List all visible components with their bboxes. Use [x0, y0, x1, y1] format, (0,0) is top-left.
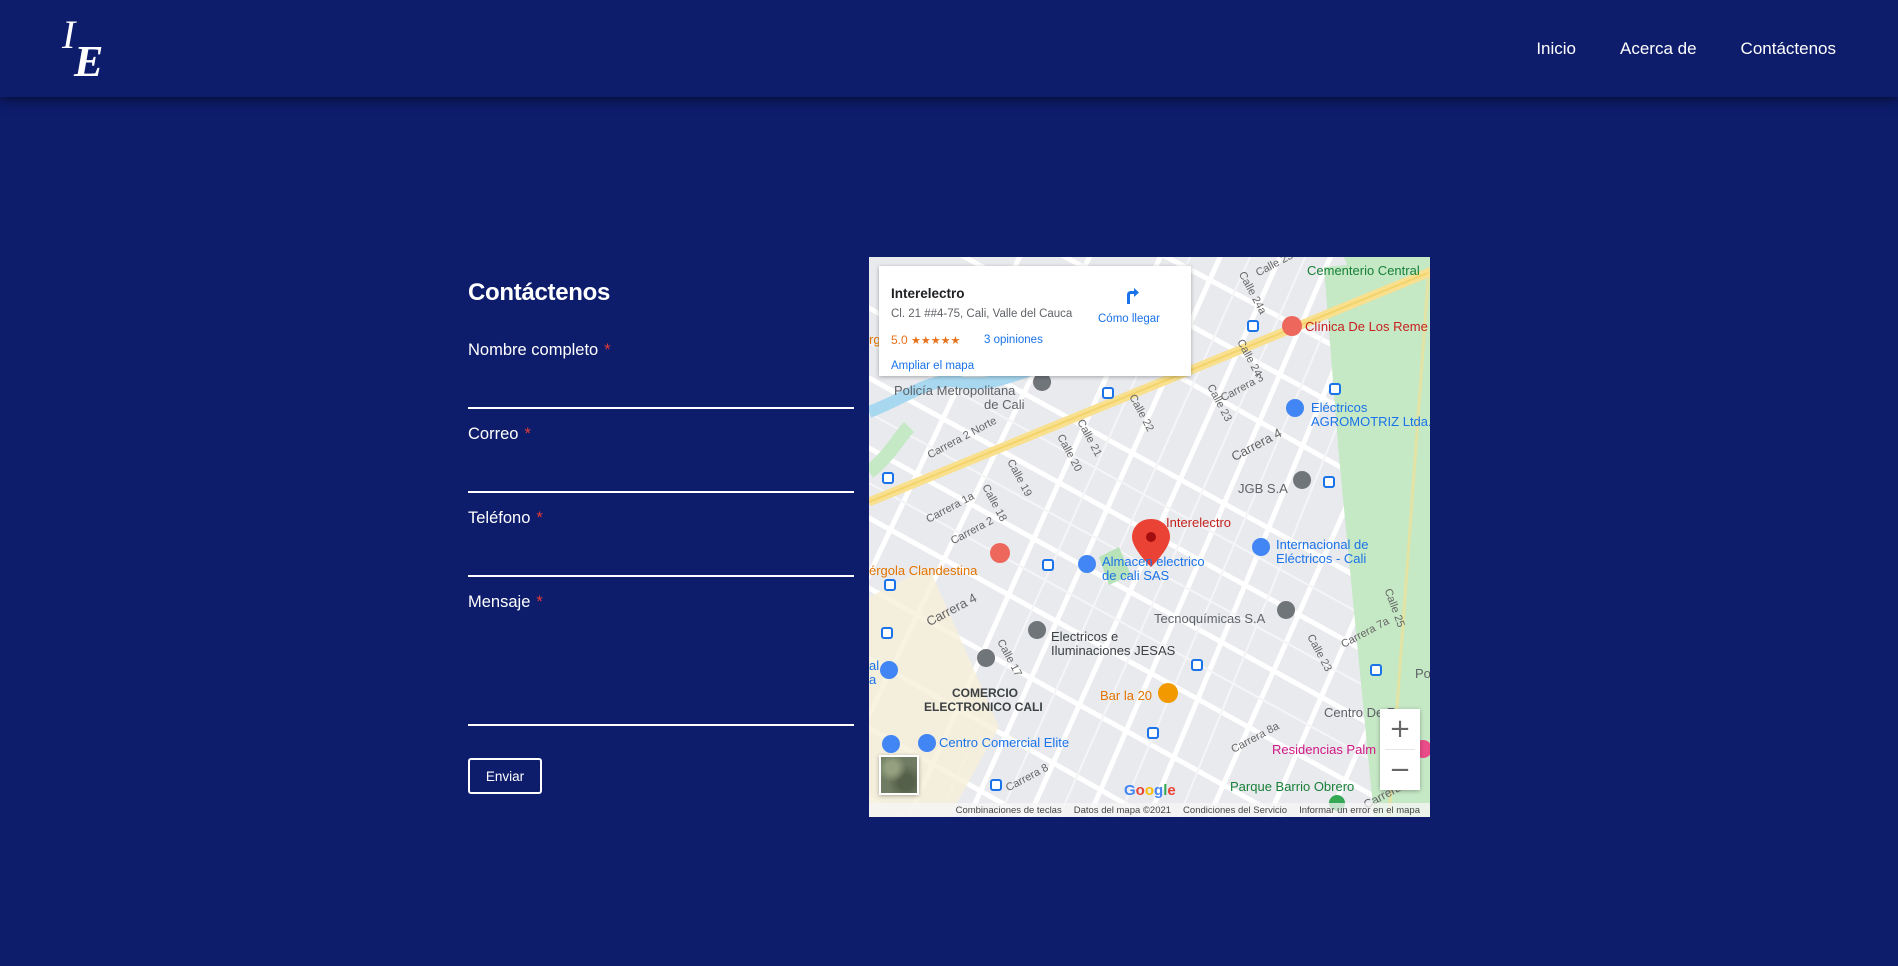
- bus-stop-icon: [1042, 559, 1054, 571]
- main-nav: Inicio Acerca de Contáctenos: [1536, 0, 1836, 97]
- directions-button[interactable]: Cómo llegar: [1094, 284, 1164, 325]
- map-attribution: Combinaciones de teclas Datos del mapa ©…: [869, 803, 1430, 817]
- place-label: de cali SAS: [1102, 568, 1170, 583]
- reviews-link[interactable]: 3 opiniones: [984, 334, 1043, 346]
- map-data-text: Datos del mapa ©2021: [1073, 804, 1172, 816]
- embedded-map[interactable]: Calle 21 Calle 20 Calle 22 Calle 23 Call…: [869, 257, 1430, 817]
- keyboard-shortcuts-link[interactable]: Combinaciones de teclas: [950, 805, 1068, 816]
- place-label: Bar la 20: [1100, 688, 1153, 703]
- phone-input[interactable]: [468, 536, 854, 564]
- place-label: de Cali: [984, 397, 1025, 412]
- required-marker: *: [604, 341, 611, 359]
- required-marker: *: [536, 509, 543, 527]
- pin-label: Interelectro: [1166, 515, 1232, 530]
- bus-stop-icon: [884, 579, 896, 591]
- place-label: Eléctricos - Cali: [1276, 551, 1367, 566]
- place-info-card: Interelectro Cl. 21 ##4-75, Cali, Valle …: [879, 266, 1191, 376]
- message-label: Mensaje *: [468, 593, 543, 611]
- bus-stop-icon: [1329, 383, 1341, 395]
- directions-icon: [1127, 288, 1139, 304]
- place-label: Centro Comercial Elite: [939, 735, 1070, 750]
- logo-icon[interactable]: I E: [60, 12, 112, 82]
- place-label: a: [869, 672, 877, 687]
- zoom-out-button[interactable]: −: [1380, 750, 1420, 790]
- name-label: Nombre completo *: [468, 341, 611, 359]
- place-label: AGROMOTRIZ Ltda.: [1311, 414, 1430, 429]
- message-underline: [468, 724, 854, 726]
- submit-button[interactable]: Enviar: [468, 758, 542, 794]
- nav-acerca-de[interactable]: Acerca de: [1620, 39, 1697, 59]
- required-marker: *: [524, 425, 531, 443]
- google-logo: Google: [1124, 782, 1176, 799]
- bus-stop-icon: [1323, 476, 1335, 488]
- place-label: Almacen electrico: [1102, 554, 1205, 569]
- place-label: érgola Clandestina: [869, 563, 978, 578]
- top-navbar: I E Inicio Acerca de Contáctenos: [0, 0, 1898, 97]
- required-marker: *: [536, 593, 543, 611]
- satellite-toggle[interactable]: [879, 755, 919, 795]
- place-label: Electricos e: [1051, 629, 1119, 644]
- bus-stop-icon: [1370, 664, 1382, 676]
- bus-stop-icon: [1102, 387, 1114, 399]
- phone-label: Teléfono *: [468, 509, 543, 527]
- place-rating: 5.0 ★★★★★: [891, 333, 961, 347]
- bus-stop-icon: [882, 472, 894, 484]
- message-textarea[interactable]: [468, 622, 854, 710]
- place-address: Cl. 21 ##4-75, Cali, Valle del Cauca: [891, 308, 1073, 320]
- form-title: Contáctenos: [468, 279, 611, 306]
- bus-stop-icon: [1147, 727, 1159, 739]
- place-label: Eléctricos: [1311, 400, 1368, 415]
- name-input[interactable]: [468, 368, 854, 396]
- svg-text:E: E: [73, 37, 103, 82]
- star-rating-icon: ★★★★★: [911, 335, 961, 347]
- place-label: Tecnoquímicas S.A: [1154, 611, 1266, 626]
- terms-link[interactable]: Condiciones del Servicio: [1177, 805, 1293, 816]
- nav-inicio[interactable]: Inicio: [1536, 39, 1576, 59]
- phone-underline: [468, 575, 854, 577]
- zoom-in-button[interactable]: +: [1380, 709, 1420, 749]
- place-label: Residencias Palm: [1272, 742, 1377, 757]
- email-label: Correo *: [468, 425, 531, 443]
- place-name: Interelectro: [891, 286, 965, 301]
- place-label: Po: [1415, 666, 1430, 681]
- zoom-controls: + −: [1380, 709, 1420, 790]
- email-underline: [468, 491, 854, 493]
- name-underline: [468, 407, 854, 409]
- bus-stop-icon: [1191, 659, 1203, 671]
- place-label: Iluminaciones JESAS: [1051, 643, 1176, 658]
- place-label: Cementerio Central: [1307, 263, 1420, 278]
- place-label: JGB S.A: [1238, 481, 1288, 496]
- place-label: Policía Metropolitana: [894, 383, 1016, 398]
- nav-contactenos[interactable]: Contáctenos: [1741, 39, 1836, 59]
- report-error-link[interactable]: Informar un error en el mapa: [1293, 805, 1426, 816]
- place-label: ELECTRONICO CALI: [924, 700, 1043, 714]
- bus-stop-icon: [881, 627, 893, 639]
- bus-stop-icon: [990, 779, 1002, 791]
- place-label: Internacional de: [1276, 537, 1369, 552]
- email-input[interactable]: [468, 452, 854, 480]
- expand-map-link[interactable]: Ampliar el mapa: [891, 360, 974, 372]
- place-label: COMERCIO: [952, 686, 1018, 700]
- place-label: Parque Barrio Obrero: [1230, 779, 1355, 794]
- place-label: al: [869, 658, 880, 673]
- bus-stop-icon: [1247, 320, 1259, 332]
- place-label: Clínica De Los Reme: [1305, 319, 1428, 334]
